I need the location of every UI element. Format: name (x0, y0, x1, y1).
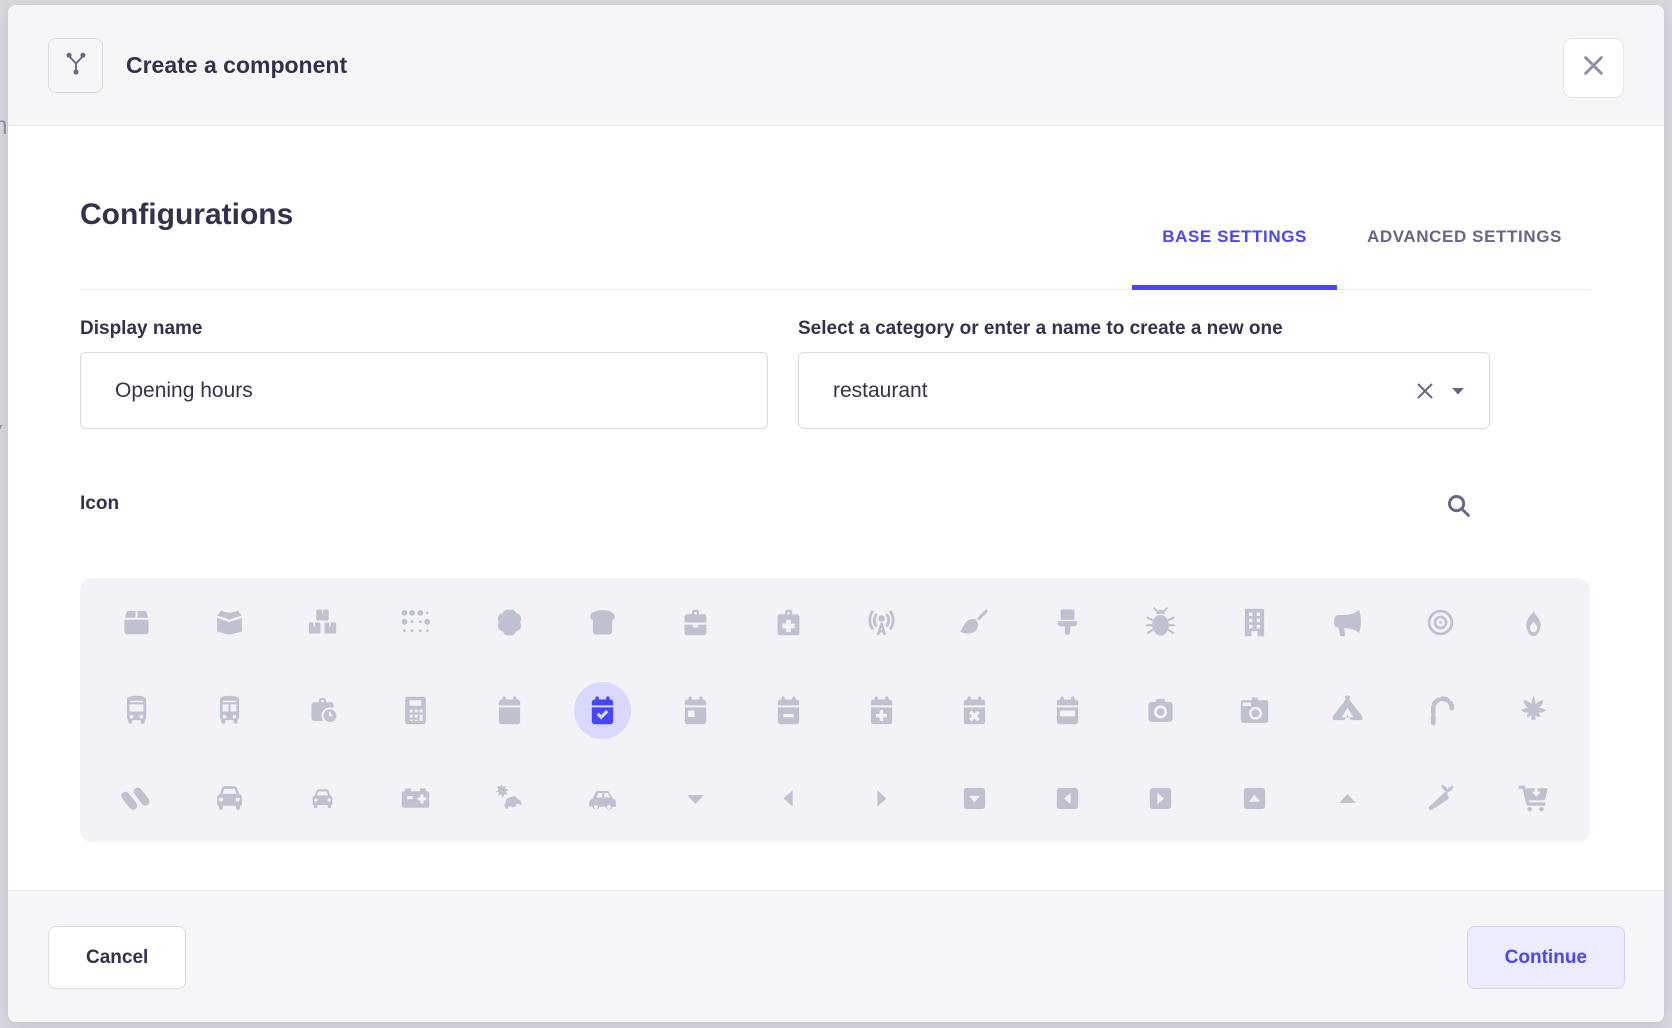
create-component-modal: Create a component Configurations BASE S… (8, 5, 1664, 1022)
icon-option-car[interactable] (183, 754, 276, 842)
icon-option-car-alt[interactable] (276, 754, 369, 842)
display-name-label: Display name (80, 318, 203, 340)
category-label: Select a category or enter a name to cre… (798, 318, 1283, 340)
icon-option-camera-retro[interactable] (1208, 666, 1301, 754)
icon-option-calendar-plus[interactable] (835, 666, 928, 754)
icon-option-calendar-times[interactable] (928, 666, 1021, 754)
clear-x-icon[interactable] (1413, 353, 1437, 428)
modal-title: Create a component (126, 5, 347, 126)
icon-option-bus[interactable] (90, 666, 183, 754)
icon-option-calendar-day[interactable] (649, 666, 742, 754)
background-text-fragment: t (0, 877, 8, 908)
icon-option-bullhorn[interactable] (1301, 578, 1394, 666)
icon-option-calendar-check[interactable] (556, 666, 649, 754)
modal-footer: Cancel Continue (8, 890, 1664, 1022)
icon-option-caret-square-left[interactable] (1021, 754, 1114, 842)
icon-option-brain[interactable] (463, 578, 556, 666)
icon-option-caret-square-right[interactable] (1114, 754, 1207, 842)
icon-option-car-side[interactable] (556, 754, 649, 842)
dimmed-page-background: emtiertYnt≡t (0, 0, 8, 1028)
close-x-icon (1580, 52, 1607, 84)
icon-option-box[interactable] (90, 578, 183, 666)
icon-option-caret-square-up[interactable] (1208, 754, 1301, 842)
icon-option-calendar[interactable] (463, 666, 556, 754)
icon-option-capsules[interactable] (90, 754, 183, 842)
background-text-fragment: r (0, 325, 8, 356)
category-selected-value: restaurant (799, 379, 1489, 403)
caret-down-icon[interactable] (1451, 353, 1465, 428)
settings-tabs: BASE SETTINGSADVANCED SETTINGS (1132, 200, 1592, 290)
icon-option-cart-arrow-down[interactable] (1487, 754, 1580, 842)
icon-section-label: Icon (80, 493, 119, 515)
icon-option-bread-slice[interactable] (556, 578, 649, 666)
icon-option-broadcast-tower[interactable] (835, 578, 928, 666)
icon-option-candy-cane[interactable] (1394, 666, 1487, 754)
category-select[interactable]: restaurant (798, 352, 1490, 429)
modal-header: Create a component (8, 5, 1664, 126)
icon-option-cannabis[interactable] (1487, 666, 1580, 754)
component-icon-box (48, 38, 103, 93)
background-text-fragment: t (0, 512, 8, 543)
icon-option-campground[interactable] (1301, 666, 1394, 754)
icon-option-caret-left[interactable] (742, 754, 835, 842)
icon-option-box-open[interactable] (183, 578, 276, 666)
close-button[interactable] (1563, 38, 1624, 98)
icon-option-car-battery[interactable] (369, 754, 462, 842)
icon-option-braille[interactable] (369, 578, 462, 666)
icon-option-briefcase-medical[interactable] (742, 578, 835, 666)
background-text-fragment: i (0, 216, 8, 247)
icon-option-camera[interactable] (1114, 666, 1207, 754)
cancel-button[interactable]: Cancel (48, 926, 186, 989)
icon-option-calculator[interactable] (369, 666, 462, 754)
magnifier-icon[interactable] (1442, 489, 1474, 521)
icon-option-calendar-week[interactable] (1021, 666, 1114, 754)
icon-option-broom[interactable] (928, 578, 1021, 666)
icon-option-bug[interactable] (1114, 578, 1207, 666)
continue-button[interactable]: Continue (1467, 926, 1625, 989)
icon-option-car-crash[interactable] (463, 754, 556, 842)
icon-option-calendar-minus[interactable] (742, 666, 835, 754)
background-text-fragment: m (0, 110, 8, 141)
icon-grid (80, 578, 1590, 842)
icon-option-briefcase[interactable] (649, 578, 742, 666)
tab-advanced-settings[interactable]: ADVANCED SETTINGS (1337, 200, 1592, 290)
background-text-fragment: t (0, 376, 8, 407)
background-text-fragment: ≡ (0, 606, 8, 637)
component-branch-icon (61, 48, 91, 83)
background-text-fragment: t (0, 165, 8, 196)
background-text-fragment: e (0, 271, 8, 302)
background-text-fragment: Y (0, 419, 8, 450)
icon-option-brush[interactable] (1021, 578, 1114, 666)
icon-option-boxes[interactable] (276, 578, 369, 666)
icon-option-caret-square-down[interactable] (928, 754, 1021, 842)
icon-option-bullseye[interactable] (1394, 578, 1487, 666)
display-name-input[interactable] (80, 352, 768, 429)
icon-option-business-time[interactable] (276, 666, 369, 754)
page-title: Configurations (80, 198, 293, 232)
icon-option-building[interactable] (1208, 578, 1301, 666)
icon-option-carrot[interactable] (1394, 754, 1487, 842)
selected-icon-halo (574, 682, 631, 739)
background-text-fragment: e (0, 38, 8, 69)
icon-option-caret-down[interactable] (649, 754, 742, 842)
icon-option-bus-alt[interactable] (183, 666, 276, 754)
icon-option-caret-up[interactable] (1301, 754, 1394, 842)
icon-option-burn[interactable] (1487, 578, 1580, 666)
tab-base-settings[interactable]: BASE SETTINGS (1132, 200, 1337, 290)
icon-option-caret-right[interactable] (835, 754, 928, 842)
icon-picker-panel (80, 578, 1590, 842)
background-text-fragment: n (0, 462, 8, 493)
